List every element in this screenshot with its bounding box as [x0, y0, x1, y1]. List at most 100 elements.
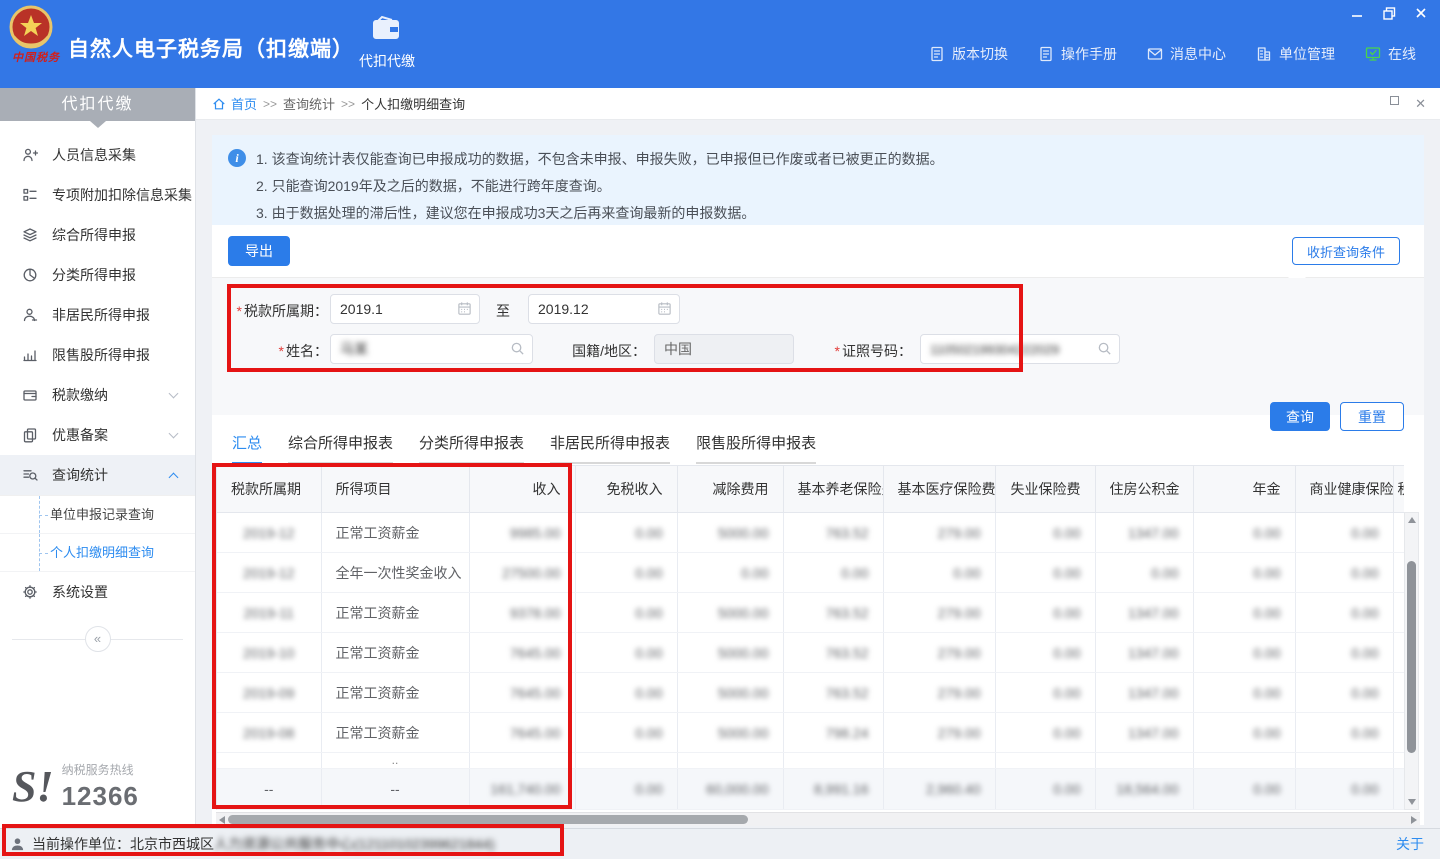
sidebar-subitem-单位申报记录查询[interactable]: 单位申报记录查询 [0, 496, 195, 534]
horizontal-scroll-thumb[interactable] [228, 815, 748, 824]
horizontal-scrollbar[interactable] [216, 812, 1420, 826]
sidebar-subitem-个人扣缴明细查询[interactable]: 个人扣缴明细查询 [0, 534, 195, 572]
sidebar-item-优惠备案[interactable]: 优惠备案 [0, 415, 195, 455]
search-icon[interactable] [510, 341, 526, 357]
sidebar-item-非居民所得申报[interactable]: 非居民所得申报 [0, 295, 195, 335]
cell-clipped [1393, 513, 1404, 553]
period-from-input[interactable]: 2019.1 [330, 294, 480, 324]
query-button[interactable]: 查询 [1270, 402, 1330, 431]
table-row[interactable]: 2019-11正常工资薪金9378.000.005000.00763.52279… [217, 593, 1404, 633]
column-header-所得项目: 所得项目 [321, 466, 469, 513]
calendar-icon[interactable] [657, 301, 673, 317]
cell-amount: 0.00 [995, 553, 1095, 593]
notice-line: 3. 由于数据处理的滞后性，建议您在申报成功3天之后再来查询最新的申报数据。 [256, 200, 944, 227]
scroll-right-arrow[interactable] [1411, 816, 1417, 824]
sidebar-item-分类所得申报[interactable]: 分类所得申报 [0, 255, 195, 295]
minimize-button[interactable] [1348, 4, 1366, 22]
cell-amount: 763.52 [783, 593, 883, 633]
hotline-logo-icon: S! [12, 765, 54, 809]
cell-clipped [1393, 673, 1404, 713]
top-menu-item-版本切换[interactable]: 版本切换 [929, 44, 1008, 64]
chevron-down-icon [169, 389, 179, 399]
module-tab-label: 代扣代缴 [348, 51, 426, 71]
tab-综合所得申报表[interactable]: 综合所得申报表 [288, 432, 393, 464]
export-button[interactable]: 导出 [228, 236, 290, 266]
panel-maximize-icon[interactable] [1390, 96, 1399, 105]
sidebar-collapse-row: « [0, 626, 195, 652]
cell-amount: 7645.00 [469, 633, 575, 673]
tab-限售股所得申报表[interactable]: 限售股所得申报表 [696, 432, 816, 464]
sidebar-item-综合所得申报[interactable]: 综合所得申报 [0, 215, 195, 255]
sidebar-item-系统设置[interactable]: 系统设置 [0, 572, 195, 612]
sidebar-item-税款缴纳[interactable]: 税款缴纳 [0, 375, 195, 415]
cell-clipped [677, 753, 783, 769]
cell-amount: 279.00 [883, 593, 995, 633]
cell-clipped [217, 753, 321, 769]
summary-amount: 18,564.00 [1095, 769, 1193, 810]
cell-amount: 5000.00 [677, 513, 783, 553]
cell-amount: 0.00 [1295, 553, 1393, 593]
sidebar-item-label: 优惠备案 [52, 425, 170, 445]
name-input[interactable]: 马某 [330, 334, 533, 364]
hotline-label: 纳税服务热线 [62, 761, 139, 778]
vertical-scrollbar[interactable] [1404, 512, 1419, 810]
sidebar-collapse-button[interactable]: « [85, 626, 111, 652]
summary-amount: 8,991.16 [783, 769, 883, 810]
name-value-masked: 马某 [340, 339, 368, 359]
tab-分类所得申报表[interactable]: 分类所得申报表 [419, 432, 524, 464]
collapse-query-button[interactable]: 收折查询条件 [1292, 237, 1400, 265]
top-menu-item-单位管理[interactable]: 单位管理 [1256, 44, 1335, 64]
summary-period: -- [217, 769, 321, 810]
close-button[interactable] [1412, 4, 1430, 22]
sidebar-item-人员信息采集[interactable]: 人员信息采集 [0, 135, 195, 175]
scroll-left-arrow[interactable] [219, 816, 225, 824]
table-row[interactable]: 2019-08正常工资薪金7645.000.005000.00798.24279… [217, 713, 1404, 753]
cell-amount: 0.00 [575, 673, 677, 713]
cell-clipped [575, 753, 677, 769]
sidebar-item-label: 税款缴纳 [52, 385, 170, 405]
calendar-icon[interactable] [457, 301, 473, 317]
table-row[interactable]: 2019-12正常工资薪金9985.000.005000.00763.52279… [217, 513, 1404, 553]
restore-button[interactable] [1380, 4, 1398, 22]
cell-amount: 763.52 [783, 633, 883, 673]
cell-amount: 0.00 [995, 673, 1095, 713]
chevron-down-icon [169, 429, 179, 439]
sidebar-item-查询统计[interactable]: 查询统计 [0, 455, 195, 495]
id-number-input[interactable]: 110502199304222029 [920, 334, 1120, 364]
layers-icon [22, 227, 39, 244]
scroll-down-arrow[interactable] [1408, 799, 1416, 805]
cell-clipped [1393, 633, 1404, 673]
column-header-商业健康保险: 商业健康保险 [1295, 466, 1393, 513]
column-header-基本医疗保险费: 基本医疗保险费 [883, 466, 995, 513]
about-link[interactable]: 关于 [1396, 834, 1424, 854]
cell-amount: 9985.00 [469, 513, 575, 553]
tab-非居民所得申报表[interactable]: 非居民所得申报表 [550, 432, 670, 464]
sidebar-item-限售股所得申报[interactable]: 限售股所得申报 [0, 335, 195, 375]
top-menu-item-在线[interactable]: 在线 [1365, 44, 1416, 64]
table-row[interactable]: 2019-09正常工资薪金7645.000.005000.00763.52279… [217, 673, 1404, 713]
summary-amount: 0.00 [995, 769, 1095, 810]
bar-chart-icon [22, 347, 39, 364]
sidebar-item-专项附加扣除信息采集[interactable]: 专项附加扣除信息采集 [0, 175, 195, 215]
cell-clipped [1295, 753, 1393, 769]
sidebar-item-label: 查询统计 [52, 465, 170, 485]
top-menu-item-操作手册[interactable]: 操作手册 [1038, 44, 1117, 64]
query-form: *税款所属期： 2019.1 至 2019.12 *姓名： [212, 278, 1424, 415]
tab-汇总[interactable]: 汇总 [232, 432, 262, 464]
sidebar-item-label: 分类所得申报 [52, 265, 177, 285]
cell-amount: 798.24 [783, 713, 883, 753]
reset-button[interactable]: 重置 [1340, 402, 1404, 431]
cell-amount: 0.00 [1193, 713, 1295, 753]
tab-daikou-daijiao[interactable]: 代扣代缴 [348, 14, 426, 80]
table-row[interactable]: 2019-10正常工资薪金7645.000.005000.00763.52279… [217, 633, 1404, 673]
table-row[interactable]: 2019-12全年一次性奖金收入27500.000.000.000.000.00… [217, 553, 1404, 593]
breadcrumb-home[interactable]: 首页 [212, 94, 257, 113]
panel-close-icon[interactable]: ✕ [1415, 96, 1426, 112]
top-menu-item-消息中心[interactable]: 消息中心 [1147, 44, 1226, 64]
document-icon [929, 46, 945, 62]
search-icon[interactable] [1097, 341, 1113, 357]
period-to-input[interactable]: 2019.12 [528, 294, 680, 324]
vertical-scroll-thumb[interactable] [1407, 561, 1416, 753]
cell-amount: 27500.00 [469, 553, 575, 593]
scroll-up-arrow[interactable] [1408, 517, 1416, 523]
